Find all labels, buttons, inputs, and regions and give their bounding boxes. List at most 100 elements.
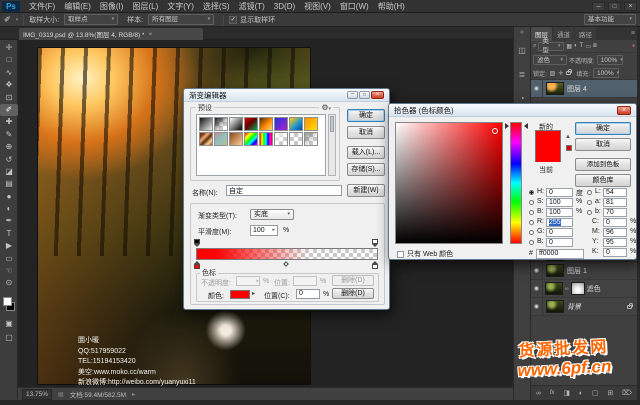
color-stop-right[interactable] (372, 264, 378, 269)
k-value[interactable]: 0 (603, 248, 627, 257)
gradient-preset[interactable] (259, 117, 273, 131)
tab-channels[interactable]: 通道 (553, 27, 574, 41)
c-value[interactable]: 0 (603, 218, 627, 227)
l-value[interactable]: 54 (603, 188, 627, 197)
add-to-swatches-button[interactable]: 添加到色板 (575, 158, 631, 171)
ok-button[interactable]: 确定 (575, 122, 631, 135)
presets-menu-gear-icon[interactable]: ⚙▾ (319, 103, 333, 112)
radio-l[interactable] (587, 190, 592, 195)
gradient-preset[interactable] (199, 117, 213, 131)
filter-type-icon[interactable]: T (580, 43, 584, 49)
zoom-tool[interactable]: ⊙ (0, 277, 18, 289)
filter-adjustment-icon[interactable]: ◐ (574, 43, 578, 49)
gradient-preset[interactable] (244, 117, 258, 131)
web-safe-cube-icon[interactable] (566, 145, 572, 151)
filter-shape-icon[interactable]: ▭ (585, 43, 591, 50)
gradient-preset[interactable] (244, 132, 258, 146)
filter-smartobject-icon[interactable]: ⧈ (593, 43, 597, 50)
menu-view[interactable]: 视图(V) (304, 1, 331, 12)
layer-row-selected[interactable]: ◉ 图层 4 (531, 80, 637, 98)
menu-type[interactable]: 文字(Y) (167, 1, 194, 12)
show-ring-checkbox[interactable]: ✓显示取样环 (229, 15, 275, 25)
blur-tool[interactable]: ● (0, 191, 18, 203)
hue-slider[interactable] (510, 122, 522, 244)
smoothness-input[interactable]: 100▸ (250, 225, 278, 236)
radio-s[interactable] (529, 200, 534, 205)
layer-thumbnail[interactable] (545, 282, 563, 295)
gradient-preset[interactable] (259, 132, 273, 146)
delete-layer-icon[interactable]: ⌦ (622, 389, 632, 397)
status-options-arrow-icon[interactable]: ▸ (132, 391, 135, 398)
visibility-toggle[interactable]: ◉ (531, 262, 543, 280)
window-minimize-button[interactable]: – (592, 2, 605, 11)
gradient-preset[interactable] (274, 117, 288, 131)
adjustment-layer-icon[interactable]: ◐ (579, 390, 583, 397)
radio-b[interactable] (529, 210, 534, 215)
y-value[interactable]: 95 (603, 238, 627, 247)
gradient-preset[interactable] (304, 132, 318, 146)
menu-window[interactable]: 窗口(W) (340, 1, 369, 12)
shape-tool[interactable]: ▭ (0, 253, 18, 265)
color-field[interactable] (395, 122, 503, 244)
radio-bb[interactable] (587, 210, 592, 215)
m-value[interactable]: 96 (603, 228, 627, 237)
s-value[interactable]: 100 (546, 198, 573, 207)
workspace-switcher[interactable]: 基本功能▾ (584, 14, 636, 25)
lock-transparency-icon[interactable]: ▨ (550, 70, 556, 77)
h-value[interactable]: 0 (546, 188, 573, 197)
dock-collapse-icon[interactable]: « (514, 27, 530, 39)
new-button[interactable]: 新建(W) (347, 184, 385, 197)
menu-edit[interactable]: 编辑(E) (64, 1, 91, 12)
dock-panel-icon-2[interactable]: ≣ (514, 63, 530, 87)
move-tool[interactable]: ✛ (0, 42, 18, 54)
radio-a[interactable] (587, 200, 592, 205)
b2-value[interactable]: 0 (546, 238, 573, 247)
layer-row-background[interactable]: ◉ 背景 (531, 298, 637, 316)
presets-scrollbar[interactable] (328, 114, 336, 176)
radio-g[interactable] (529, 230, 534, 235)
save-button[interactable]: 存储(S)... (347, 163, 385, 176)
lock-all-icon[interactable] (566, 71, 571, 75)
lasso-tool[interactable]: ∿ (0, 67, 18, 79)
fill-dropdown[interactable]: 100%▾ (593, 68, 619, 78)
gradient-tool[interactable]: ▤ (0, 178, 18, 190)
menu-select[interactable]: 选择(S) (203, 1, 230, 12)
healing-brush-tool[interactable]: ✚ (0, 116, 18, 128)
add-mask-icon[interactable]: ◨ (563, 389, 570, 397)
gradient-type-dropdown[interactable]: 实底▾ (250, 209, 294, 220)
mask-link-icon[interactable]: ∞ (565, 286, 569, 292)
gradient-preset[interactable] (289, 117, 303, 131)
gamut-warning-icon[interactable]: ▲ (565, 134, 571, 140)
blend-mode-dropdown[interactable]: 滤色▾ (533, 55, 567, 65)
pen-tool[interactable]: ✒ (0, 215, 18, 227)
foreground-color-swatch[interactable] (3, 297, 12, 306)
dialog-close-icon[interactable]: × (617, 106, 631, 115)
link-layers-icon[interactable]: ∞ (536, 390, 541, 397)
gradient-preset[interactable] (274, 132, 288, 146)
stop-color-arrow-icon[interactable]: ▸ (252, 290, 255, 297)
sample-size-dropdown[interactable]: 取样点▾ (64, 14, 118, 25)
gradient-name-input[interactable] (226, 185, 342, 196)
dock-panel-icon-1[interactable]: ◫ (514, 39, 530, 63)
menu-filter[interactable]: 滤镜(T) (239, 1, 265, 12)
gradient-preset[interactable] (229, 117, 243, 131)
menu-file[interactable]: 文件(F) (29, 1, 55, 12)
new-group-icon[interactable]: ▢ (592, 389, 599, 397)
menu-help[interactable]: 帮助(H) (378, 1, 405, 12)
sample-dropdown[interactable]: 所有图层▾ (148, 14, 214, 25)
hex-value-input[interactable]: ff0000 (536, 249, 584, 259)
marquee-tool[interactable]: □ (0, 54, 18, 66)
layer-row-masked[interactable]: ◉ ∞ 滤色 (531, 280, 637, 298)
quick-mask-button[interactable]: ▣ (0, 318, 18, 330)
color-picker-titlebar[interactable]: 拾色器 (色标颜色) × (389, 104, 636, 117)
radio-r[interactable] (529, 220, 534, 225)
layer-style-icon[interactable]: fx (550, 390, 555, 396)
menu-image[interactable]: 图像(I) (100, 1, 124, 12)
crop-tool[interactable]: ⊡ (0, 92, 18, 104)
ok-button[interactable]: 确定 (347, 109, 385, 122)
brush-tool[interactable]: ✎ (0, 129, 18, 141)
new-layer-icon[interactable]: ⊞ (607, 389, 613, 397)
gradient-preset[interactable] (229, 132, 243, 146)
eraser-tool[interactable]: ◪ (0, 166, 18, 178)
opacity-dropdown[interactable]: 100%▾ (597, 55, 623, 65)
